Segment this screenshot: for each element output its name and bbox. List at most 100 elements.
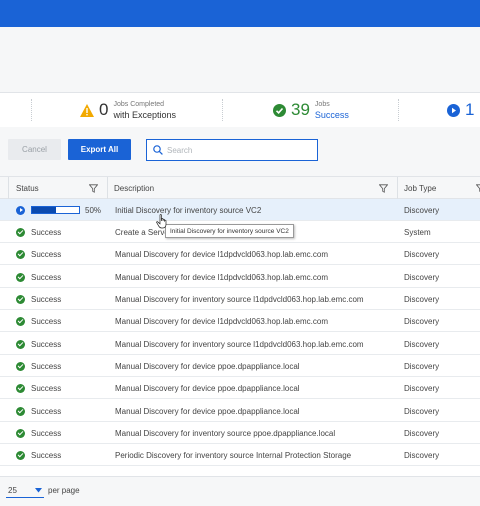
success-icon bbox=[16, 272, 25, 282]
description-cell: Periodic Discovery for inventory source … bbox=[115, 450, 352, 460]
success-icon bbox=[16, 406, 25, 416]
table-row[interactable]: Success Manual Discovery for device l1dp… bbox=[0, 310, 480, 332]
exceptions-small-label: Jobs Completed bbox=[113, 101, 165, 108]
exceptions-count: 0 bbox=[99, 100, 109, 119]
stat-running[interactable]: 1 bbox=[447, 96, 474, 124]
description-cell: Manual Discovery for device l1dpdvcld063… bbox=[115, 272, 328, 282]
running-count: 1 bbox=[465, 100, 475, 119]
success-icon bbox=[16, 294, 25, 304]
table-row[interactable]: Success Manual Discovery for inventory s… bbox=[0, 288, 480, 310]
progress-fill bbox=[32, 207, 56, 213]
per-page-select[interactable]: 25 bbox=[6, 484, 44, 498]
description-filter-icon[interactable] bbox=[379, 177, 388, 199]
description-cell: Manual Discovery for inventory source pp… bbox=[115, 428, 336, 438]
success-count: 39 bbox=[291, 100, 310, 119]
progress-bar bbox=[31, 206, 80, 214]
column-separator bbox=[397, 177, 398, 199]
description-cell: Manual Discovery for inventory source l1… bbox=[115, 294, 364, 304]
success-icon bbox=[16, 339, 25, 349]
per-page-value: 25 bbox=[8, 486, 17, 495]
search-field[interactable] bbox=[146, 139, 318, 161]
success-icon bbox=[16, 450, 25, 460]
table-row[interactable]: Success Manual Discovery for inventory s… bbox=[0, 422, 480, 444]
success-icon bbox=[273, 103, 286, 117]
status-cell: Success bbox=[16, 221, 61, 243]
stat-success[interactable]: 39 Jobs Success bbox=[273, 96, 349, 124]
table-row[interactable]: 50% Initial Discovery for inventory sour… bbox=[0, 199, 480, 221]
running-icon bbox=[447, 103, 460, 117]
warning-icon bbox=[80, 103, 94, 117]
per-page-label: per page bbox=[48, 486, 80, 495]
description-cell: Manual Discovery for device ppoe.dpappli… bbox=[115, 361, 300, 371]
job-type-cell: System bbox=[404, 227, 431, 237]
status-cell: Success bbox=[16, 400, 61, 422]
top-bar bbox=[0, 0, 480, 27]
stat-divider bbox=[31, 99, 32, 121]
table-row[interactable]: Success Periodic Discovery for inventory… bbox=[0, 444, 480, 466]
hand-cursor-icon bbox=[156, 214, 167, 229]
table-header: Status Description Job Type bbox=[0, 176, 480, 199]
stat-divider bbox=[222, 99, 223, 121]
page-header bbox=[0, 27, 480, 93]
job-type-cell: Discovery bbox=[404, 450, 440, 460]
success-icon bbox=[16, 316, 25, 326]
description-cell: Manual Discovery for inventory source l1… bbox=[115, 339, 364, 349]
status-cell: Success bbox=[16, 288, 61, 310]
status-cell: Success bbox=[16, 310, 61, 332]
success-icon bbox=[16, 383, 25, 393]
status-cell: Success bbox=[16, 355, 61, 377]
job-type-cell: Discovery bbox=[404, 428, 440, 438]
status-filter-icon[interactable] bbox=[89, 177, 98, 199]
pagination-footer: 25 per page bbox=[0, 476, 480, 506]
success-icon bbox=[16, 428, 25, 438]
table-row[interactable]: Success Manual Discovery for device ppoe… bbox=[0, 377, 480, 399]
success-label: Success bbox=[314, 110, 349, 120]
description-cell: Manual Discovery for device l1dpdvcld063… bbox=[115, 249, 328, 259]
description-cell: Manual Discovery for device ppoe.dpappli… bbox=[115, 383, 300, 393]
stat-exceptions[interactable]: 0 Jobs Completed with Exceptions bbox=[80, 96, 176, 124]
status-cell: 50% bbox=[16, 199, 101, 221]
column-header-description[interactable]: Description bbox=[114, 177, 154, 199]
job-type-cell: Discovery bbox=[404, 339, 440, 349]
job-type-cell: Discovery bbox=[404, 361, 440, 371]
running-icon bbox=[16, 205, 25, 215]
status-cell: Success bbox=[16, 266, 61, 288]
caret-down-icon bbox=[35, 488, 42, 493]
success-icon bbox=[16, 361, 25, 371]
table-row[interactable]: Success Manual Discovery for inventory s… bbox=[0, 333, 480, 355]
job-type-cell: Discovery bbox=[404, 294, 440, 304]
description-tooltip: Initial Discovery for inventory source V… bbox=[165, 224, 294, 238]
success-icon bbox=[16, 249, 25, 259]
description-cell: Manual Discovery for device ppoe.dpappli… bbox=[115, 406, 300, 416]
column-header-job-type[interactable]: Job Type bbox=[404, 177, 436, 199]
job-stats-bar: 0 Jobs Completed with Exceptions 39 Jobs… bbox=[0, 93, 480, 127]
column-header-status[interactable]: Status bbox=[16, 177, 39, 199]
status-cell: Success bbox=[16, 243, 61, 265]
search-icon bbox=[153, 145, 163, 155]
success-icon bbox=[16, 227, 25, 237]
column-separator bbox=[107, 177, 108, 199]
status-cell: Success bbox=[16, 377, 61, 399]
description-cell: Initial Discovery for inventory source V… bbox=[115, 205, 262, 215]
table-row[interactable]: Success Manual Discovery for device l1dp… bbox=[0, 243, 480, 265]
job-type-cell: Discovery bbox=[404, 316, 440, 326]
export-all-button[interactable]: Export All bbox=[68, 139, 131, 160]
job-type-cell: Discovery bbox=[404, 406, 440, 416]
job-type-cell: Discovery bbox=[404, 383, 440, 393]
success-small-label: Jobs bbox=[314, 101, 330, 108]
job-type-filter-icon[interactable] bbox=[476, 177, 480, 199]
cancel-button[interactable]: Cancel bbox=[8, 139, 61, 160]
table-row[interactable]: Success Manual Discovery for device ppoe… bbox=[0, 355, 480, 377]
table-row-partial[interactable] bbox=[0, 466, 480, 476]
status-cell: Success bbox=[16, 422, 61, 444]
job-type-cell: Discovery bbox=[404, 272, 440, 282]
exceptions-label: with Exceptions bbox=[113, 110, 176, 120]
column-separator bbox=[8, 177, 9, 199]
job-type-cell: Discovery bbox=[404, 205, 440, 215]
search-input[interactable] bbox=[167, 145, 307, 155]
table-row[interactable]: Success Manual Discovery for device ppoe… bbox=[0, 400, 480, 422]
progress-text: 50% bbox=[85, 205, 102, 215]
stat-divider bbox=[398, 99, 399, 121]
description-cell: Manual Discovery for device l1dpdvcld063… bbox=[115, 316, 328, 326]
table-row[interactable]: Success Manual Discovery for device l1dp… bbox=[0, 266, 480, 288]
